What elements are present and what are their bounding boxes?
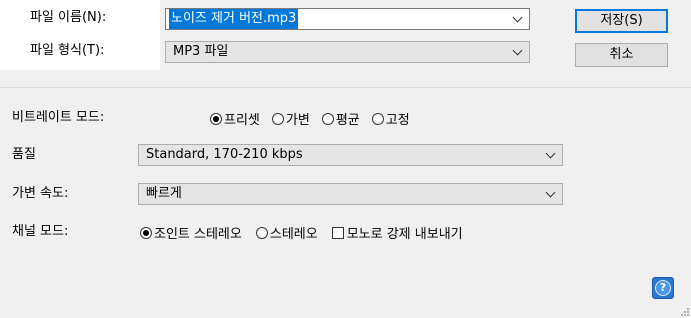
channel-mode-label: 채널 모드: [12,224,69,239]
vbr-speed-value: 빠르게 [146,186,182,201]
file-type-combobox[interactable]: MP3 파일 [165,41,530,63]
save-button[interactable]: 저장(S) [575,9,668,33]
radio-preset-label: 프리셋 [224,113,260,128]
quality-value: Standard, 170-210 kbps [146,147,303,162]
resize-grip-icon[interactable] [681,308,689,316]
radio-joint-stereo-label: 조인트 스테레오 [154,227,242,242]
radio-selected-icon[interactable] [140,226,152,239]
force-mono-checkbox[interactable]: 모노로 강제 내보내기 [331,223,463,242]
force-mono-label: 모노로 강제 내보내기 [346,227,463,242]
file-type-label: 파일 형식(T): [30,43,105,58]
radio-unselected-icon[interactable] [321,112,334,125]
channel-mode-radio-group: 조인트 스테레오 스테레오 모노로 강제 내보내기 [140,223,475,242]
quality-combobox[interactable]: Standard, 170-210 kbps [138,144,563,166]
checkbox-unchecked-icon[interactable] [331,226,344,239]
radio-variable[interactable]: 가변 [271,109,310,128]
radio-constant[interactable]: 고정 [371,109,410,128]
vbr-speed-label: 가변 속도: [12,186,69,201]
help-icon[interactable]: ? [655,280,671,296]
quality-label: 품질 [12,147,36,162]
cancel-button[interactable]: 취소 [575,43,668,67]
radio-stereo[interactable]: 스테레오 [255,223,318,242]
radio-selected-icon[interactable] [210,112,222,125]
bitrate-mode-label: 비트레이트 모드: [12,110,105,125]
section-divider [0,87,691,88]
radio-average-label: 평균 [335,113,360,128]
bitrate-mode-radio-group: 프리셋 가변 평균 고정 [210,109,422,128]
chevron-down-icon[interactable] [545,148,556,159]
radio-unselected-icon[interactable] [271,112,284,125]
radio-preset[interactable]: 프리셋 [210,109,260,128]
radio-variable-label: 가변 [285,113,310,128]
file-name-combobox[interactable]: 노이즈 제거 버전.mp3 [165,8,530,30]
file-name-value[interactable]: 노이즈 제거 버전.mp3 [169,9,299,29]
radio-constant-label: 고정 [385,113,410,128]
radio-joint-stereo[interactable]: 조인트 스테레오 [140,223,242,242]
chevron-down-icon[interactable] [512,12,523,23]
chevron-down-icon[interactable] [512,45,523,56]
file-name-label: 파일 이름(N): [30,10,107,25]
help-button[interactable]: ? [652,277,674,299]
vbr-speed-combobox[interactable]: 빠르게 [138,183,563,205]
radio-average[interactable]: 평균 [321,109,360,128]
file-type-value: MP3 파일 [173,44,229,59]
chevron-down-icon[interactable] [545,187,556,198]
radio-unselected-icon[interactable] [255,226,268,239]
radio-stereo-label: 스테레오 [269,227,318,242]
radio-unselected-icon[interactable] [371,112,384,125]
